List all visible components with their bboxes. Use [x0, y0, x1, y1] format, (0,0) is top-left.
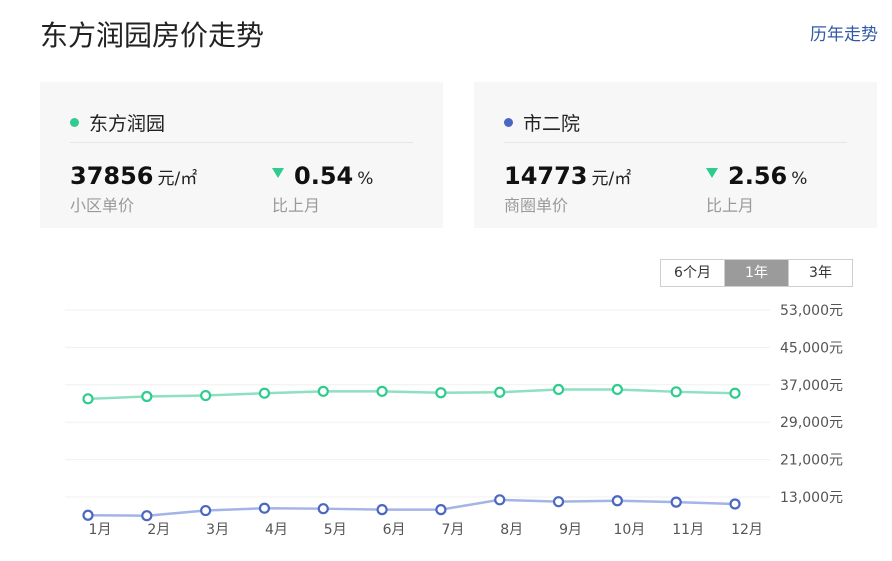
- x-tick-label: 10月: [613, 522, 645, 538]
- data-point[interactable]: [552, 383, 565, 396]
- data-point[interactable]: [670, 496, 682, 508]
- data-point[interactable]: [376, 385, 388, 397]
- data-point[interactable]: [82, 393, 94, 405]
- y-tick-label: 37,000元: [780, 378, 843, 394]
- y-tick-label: 45,000元: [780, 340, 843, 356]
- data-point[interactable]: [317, 385, 329, 397]
- x-tick-label: 4月: [265, 522, 288, 538]
- data-point[interactable]: [376, 504, 388, 516]
- y-tick-label: 53,000元: [780, 303, 843, 319]
- data-point[interactable]: [552, 496, 565, 508]
- data-point[interactable]: [611, 383, 623, 396]
- y-tick-label: 13,000元: [780, 490, 843, 506]
- data-point[interactable]: [200, 504, 212, 517]
- data-point[interactable]: [670, 386, 682, 398]
- data-point[interactable]: [611, 495, 623, 507]
- series-line: [87, 498, 736, 517]
- x-tick-label: 1月: [89, 522, 112, 538]
- series-line: [87, 388, 736, 401]
- x-tick-label: 9月: [559, 522, 582, 538]
- x-tick-label: 2月: [147, 522, 170, 538]
- data-point[interactable]: [317, 503, 329, 515]
- data-point[interactable]: [141, 390, 153, 403]
- y-tick-label: 21,000元: [780, 453, 843, 469]
- data-point[interactable]: [258, 387, 271, 399]
- data-point[interactable]: [494, 386, 506, 398]
- y-tick-label: 29,000元: [780, 415, 843, 431]
- data-point[interactable]: [82, 509, 94, 521]
- x-tick-label: 6月: [383, 522, 406, 538]
- data-point[interactable]: [200, 389, 212, 402]
- x-tick-label: 8月: [500, 522, 523, 538]
- data-point[interactable]: [435, 504, 447, 516]
- data-point[interactable]: [494, 494, 506, 506]
- data-point[interactable]: [141, 510, 153, 522]
- x-tick-label: 7月: [441, 522, 464, 538]
- x-tick-label: 3月: [206, 522, 229, 538]
- x-tick-label: 5月: [324, 522, 347, 538]
- data-point[interactable]: [729, 387, 741, 399]
- data-point[interactable]: [258, 502, 271, 514]
- data-point[interactable]: [729, 498, 741, 510]
- data-point[interactable]: [435, 387, 447, 399]
- x-tick-label: 12月: [731, 522, 763, 538]
- x-tick-label: 11月: [672, 522, 704, 538]
- price-trend-chart: 53,000元 45,000元 37,000元 29,000元 21,000元 13,00…: [65, 303, 843, 538]
